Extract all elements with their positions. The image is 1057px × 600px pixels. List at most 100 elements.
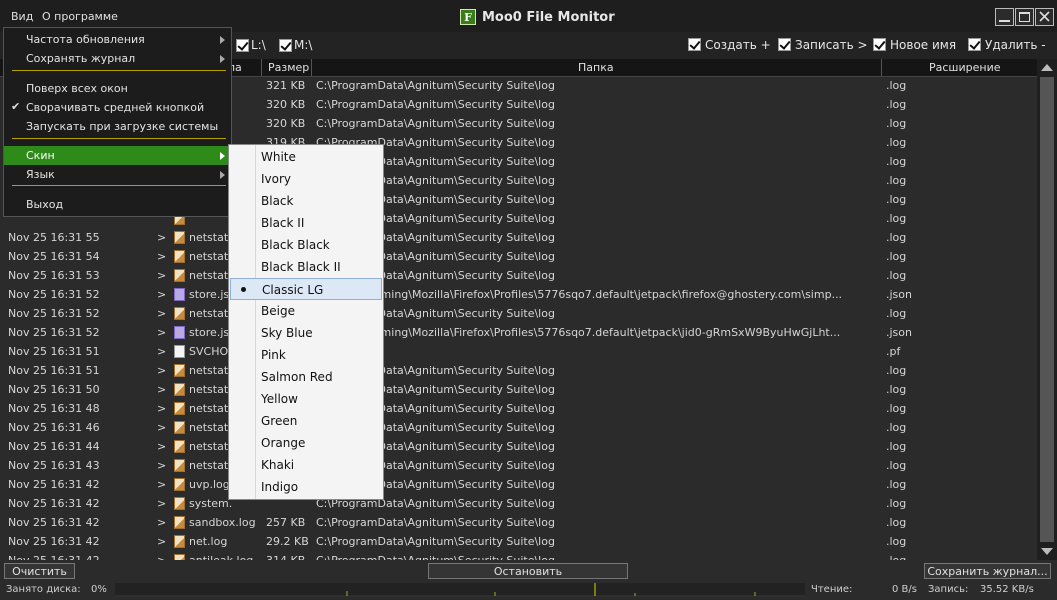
table-row[interactable]: Nov 25 16:31 42 > net.log 29.2 KB C:\Program… bbox=[0, 532, 1037, 551]
table-row[interactable]: Nov 25 16:31 51 > netstat C:\ProgramData\Ag… bbox=[0, 361, 1037, 380]
folder-cell: C:\ProgramData\Agnitum\Security Suite\lo… bbox=[316, 421, 555, 434]
view-menu-item-4[interactable]: Запускать при загрузке системы bbox=[4, 117, 231, 136]
skin-option-label: Sky Blue bbox=[261, 326, 313, 340]
time-cell: Nov 25 16:31 51 bbox=[8, 345, 100, 358]
log-file-icon bbox=[174, 307, 185, 320]
skin-option-14[interactable]: Khaki bbox=[230, 454, 382, 476]
skin-option-label: Khaki bbox=[261, 458, 295, 472]
scroll-thumb[interactable] bbox=[1040, 77, 1054, 542]
table-row[interactable]: Nov 25 16:31 51>SVCHOSPrefetch.pf bbox=[0, 342, 1037, 361]
event-symbol-cell: > bbox=[157, 288, 167, 301]
disk-busy-value: 0% bbox=[91, 584, 107, 595]
table-row[interactable]: Nov 25 16:31 53 > netstat C:\ProgramData\Ag… bbox=[0, 266, 1037, 285]
skin-option-4[interactable]: Black Black bbox=[230, 234, 382, 256]
scroll-down-icon[interactable] bbox=[1041, 548, 1053, 555]
column-divider[interactable] bbox=[261, 59, 262, 76]
file-name-cell: antileak.log bbox=[189, 554, 257, 560]
minimize-button[interactable] bbox=[995, 8, 1014, 26]
save-log-button[interactable]: Сохранить журнал... bbox=[924, 563, 1051, 579]
drive-m-checkbox[interactable] bbox=[279, 39, 292, 52]
log-file-icon bbox=[174, 383, 185, 396]
skin-option-0[interactable]: White bbox=[230, 146, 382, 168]
time-cell: Nov 25 16:31 44 bbox=[8, 440, 100, 453]
skin-option-5[interactable]: Black Black II bbox=[230, 256, 382, 278]
log-file-icon bbox=[174, 554, 185, 560]
table-row[interactable]: Nov 25 16:31 44 > netstat C:\ProgramData\Ag… bbox=[0, 437, 1037, 456]
table-row[interactable]: Nov 25 16:31 42 > antileak.log 314 KB C:\Pro… bbox=[0, 551, 1037, 560]
skin-option-2[interactable]: Black bbox=[230, 190, 382, 212]
window-title-text: Moo0 File Monitor bbox=[482, 9, 615, 25]
filter-write-label: Записать > bbox=[795, 38, 868, 52]
file-icon bbox=[174, 345, 185, 358]
skin-option-8[interactable]: Sky Blue bbox=[230, 322, 382, 344]
json-file-icon bbox=[174, 326, 185, 339]
table-row[interactable]: Nov 25 16:31 52 > netstat C:\ProgramData\Ag… bbox=[0, 304, 1037, 323]
file-size-cell: 321 KB bbox=[266, 79, 306, 92]
skin-option-label: Black Black II bbox=[261, 260, 341, 274]
extension-cell: .log bbox=[886, 117, 907, 130]
view-menu-item-1[interactable]: Сохранять журнал bbox=[4, 49, 231, 68]
skin-option-11[interactable]: Yellow bbox=[230, 388, 382, 410]
table-row[interactable]: Nov 25 16:31 55 > netstat C:\ProgramData\Ag… bbox=[0, 228, 1037, 247]
clear-button[interactable]: Очистить bbox=[4, 563, 75, 579]
extension-cell: .pf bbox=[886, 345, 901, 358]
table-row[interactable]: Nov 25 16:31 54 > netstat C:\ProgramData\Ag… bbox=[0, 247, 1037, 266]
log-file-icon bbox=[174, 497, 185, 510]
vertical-scrollbar[interactable] bbox=[1037, 59, 1057, 560]
filter-rename-checkbox[interactable] bbox=[873, 38, 886, 51]
view-menu-item-0[interactable]: Частота обновления bbox=[4, 30, 231, 49]
menu-view[interactable]: Вид bbox=[11, 10, 33, 23]
table-row[interactable]: Nov 25 16:31 42 > sandbox.log 257 KB C:\Prog… bbox=[0, 513, 1037, 532]
view-menu-item-6[interactable]: Язык bbox=[4, 165, 231, 184]
menu-about[interactable]: О программе bbox=[42, 10, 118, 23]
skin-option-12[interactable]: Green bbox=[230, 410, 382, 432]
column-size-header[interactable]: Размер bbox=[268, 61, 309, 74]
skin-option-7[interactable]: Beige bbox=[230, 300, 382, 322]
skin-option-13[interactable]: Orange bbox=[230, 432, 382, 454]
event-symbol-cell: > bbox=[157, 364, 167, 377]
skin-option-label: Yellow bbox=[261, 392, 298, 406]
folder-cell: C:\ProgramData\Agnitum\Security Suite\lo… bbox=[316, 117, 555, 130]
folder-cell: C:\ProgramData\Agnitum\Security Suite\lo… bbox=[316, 383, 555, 396]
table-row[interactable]: Nov 25 16:31 52 > store.js ppData\Roaming\M… bbox=[0, 323, 1037, 342]
column-folder-header[interactable]: Папка bbox=[578, 61, 614, 74]
maximize-button[interactable] bbox=[1015, 8, 1034, 26]
skin-option-10[interactable]: Salmon Red bbox=[230, 366, 382, 388]
column-ext-header[interactable]: Расширение bbox=[929, 61, 1001, 74]
skin-option-3[interactable]: Black II bbox=[230, 212, 382, 234]
skin-option-label: Green bbox=[261, 414, 298, 428]
table-row[interactable]: Nov 25 16:31 48 > netstat C:\ProgramData\Ag… bbox=[0, 399, 1037, 418]
write-label: Запись: bbox=[928, 584, 969, 595]
table-row[interactable]: Nov 25 16:31 50 > netstat C:\ProgramData\Ag… bbox=[0, 380, 1037, 399]
folder-cell: C:\ProgramData\Agnitum\Security Suite\lo… bbox=[316, 402, 555, 415]
table-row[interactable]: Nov 25 16:31 42 > uvp.log C:\ProgramData\Ag… bbox=[0, 475, 1037, 494]
view-menu-item-5[interactable]: Скин bbox=[4, 146, 231, 165]
skin-option-1[interactable]: Ivory bbox=[230, 168, 382, 190]
menu-item-label: Выход bbox=[26, 198, 64, 211]
table-row[interactable]: Nov 25 16:31 46 > netstat C:\ProgramData\Ag… bbox=[0, 418, 1037, 437]
skin-option-9[interactable]: Pink bbox=[230, 344, 382, 366]
skin-option-6[interactable]: Classic LG bbox=[230, 278, 382, 300]
checkmark-icon: ✔ bbox=[11, 100, 21, 113]
extension-cell: .log bbox=[886, 174, 907, 187]
stop-button[interactable]: Остановить bbox=[428, 563, 628, 579]
drive-l-checkbox[interactable] bbox=[236, 39, 249, 52]
folder-cell: ppData\Roaming\Mozilla\Firefox\Profiles\… bbox=[316, 326, 841, 339]
table-row[interactable]: Nov 25 16:31 42 > system. C:\ProgramData\Ag… bbox=[0, 494, 1037, 513]
filter-create-checkbox[interactable] bbox=[688, 38, 701, 51]
minimize-icon bbox=[999, 20, 1010, 22]
scroll-up-icon[interactable] bbox=[1041, 64, 1053, 71]
column-divider[interactable] bbox=[881, 59, 882, 76]
table-row[interactable]: Nov 25 16:31 52 > store.js ppData\Roaming\M… bbox=[0, 285, 1037, 304]
view-menu-item-7[interactable]: Выход bbox=[4, 195, 231, 214]
filter-create-label: Создать + bbox=[705, 38, 771, 52]
view-menu-item-3[interactable]: ✔ Сворачивать средней кнопкой bbox=[4, 98, 231, 117]
table-row[interactable]: Nov 25 16:31 43 > netstat C:\ProgramData\Ag… bbox=[0, 456, 1037, 475]
filter-delete-checkbox[interactable] bbox=[968, 38, 981, 51]
skin-option-15[interactable]: Indigo bbox=[230, 476, 382, 498]
time-cell: Nov 25 16:31 54 bbox=[8, 250, 100, 263]
close-button[interactable] bbox=[1035, 8, 1054, 26]
view-menu-item-2[interactable]: Поверх всех окон bbox=[4, 79, 231, 98]
filter-write-checkbox[interactable] bbox=[778, 38, 791, 51]
column-divider[interactable] bbox=[311, 59, 312, 76]
